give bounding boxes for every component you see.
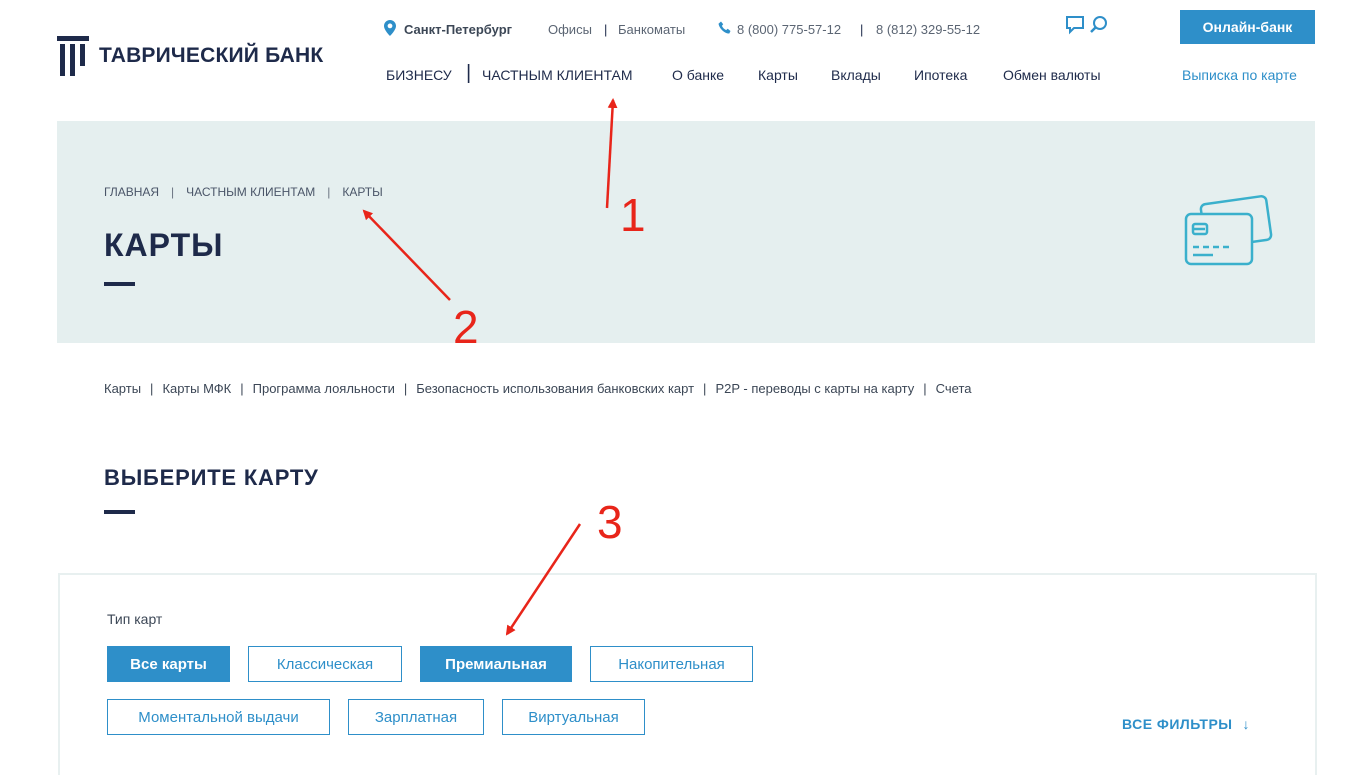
annotation-number-3: 3 [597,496,623,548]
annotation-arrow-3 [505,523,582,636]
annotation-number-1: 1 [620,189,646,241]
annotation-arrow-1 [605,98,618,209]
annotation-arrow-2 [362,209,451,301]
annotation-arrows [362,98,618,636]
annotation-number-2: 2 [453,301,479,353]
